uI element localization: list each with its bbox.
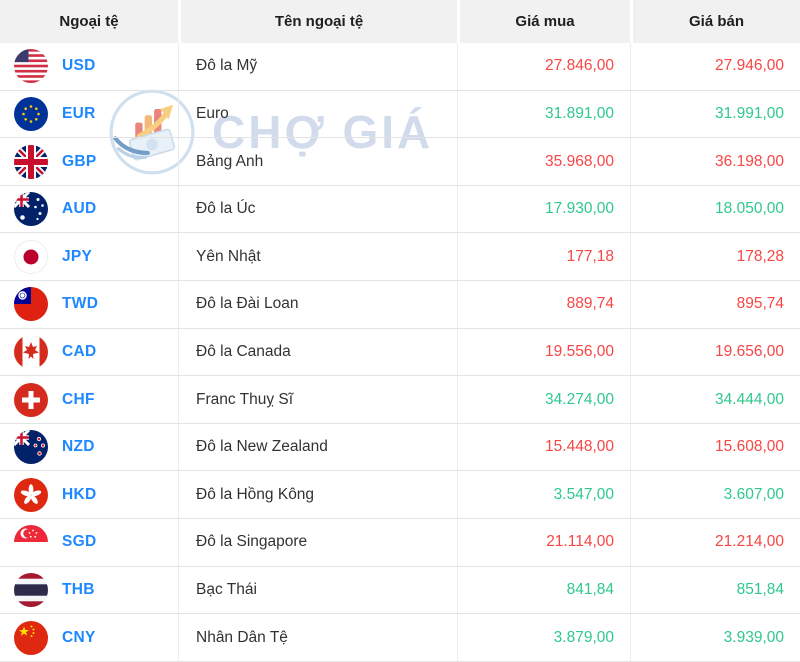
column-header-sell: Giá bán	[630, 0, 800, 43]
currency-code[interactable]: CAD	[62, 343, 96, 361]
buy-price: 17.930,00	[457, 185, 630, 233]
currency-code[interactable]: THB	[62, 581, 95, 599]
sell-price: 178,28	[630, 233, 800, 281]
currency-name: Franc Thuỵ Sĩ	[178, 376, 457, 423]
au-flag-icon	[14, 192, 48, 227]
buy-price: 21.114,00	[457, 519, 630, 566]
sell-price: 36.198,00	[630, 138, 800, 185]
currency-code[interactable]: AUD	[62, 200, 96, 218]
currency-code[interactable]: JPY	[62, 248, 92, 266]
currency-code[interactable]: NZD	[62, 438, 95, 456]
gb-flag-icon	[14, 144, 48, 179]
currency-row[interactable]: CNY Nhân Dân Tệ 3.879,00 3.939,00	[0, 614, 800, 662]
sell-price: 18.050,00	[630, 185, 800, 233]
currency-row[interactable]: GBP Bảng Anh 35.968,00 36.198,00	[0, 138, 800, 186]
column-header-buy: Giá mua	[457, 0, 630, 43]
currency-row[interactable]: TWD Đô la Đài Loan 889,74 895,74	[0, 281, 800, 329]
currency-name: Euro	[178, 90, 457, 138]
currency-name: Yên Nhật	[178, 233, 457, 281]
currency-row[interactable]: THB Bạc Thái 841,84 851,84	[0, 566, 800, 615]
sell-price: 851,84	[630, 566, 800, 614]
sell-price: 3.939,00	[630, 614, 800, 661]
buy-price: 19.556,00	[457, 328, 630, 376]
ca-flag-icon	[14, 334, 48, 369]
cn-flag-icon	[14, 620, 48, 655]
jp-flag-icon	[14, 239, 48, 274]
sell-price: 31.991,00	[630, 90, 800, 138]
sell-price: 15.608,00	[630, 423, 800, 471]
sell-price: 19.656,00	[630, 328, 800, 376]
currency-row[interactable]: NZD Đô la New Zealand 15.448,00 15.608,0…	[0, 423, 800, 472]
currency-code[interactable]: USD	[62, 57, 96, 75]
buy-price: 15.448,00	[457, 423, 630, 471]
buy-price: 34.274,00	[457, 376, 630, 423]
sell-price: 27.946,00	[630, 43, 800, 90]
currency-row[interactable]: SGD Đô la Singapore 21.114,00 21.214,00	[0, 519, 800, 567]
sg-flag-icon	[14, 525, 48, 560]
column-header-name: Tên ngoại tệ	[178, 0, 457, 43]
sell-price: 21.214,00	[630, 519, 800, 566]
currency-code[interactable]: EUR	[62, 105, 96, 123]
buy-price: 889,74	[457, 281, 630, 328]
buy-price: 3.547,00	[457, 471, 630, 519]
currency-code[interactable]: CNY	[62, 629, 96, 647]
currency-row[interactable]: JPY Yên Nhật 177,18 178,28	[0, 233, 800, 282]
tw-flag-icon	[14, 287, 48, 322]
currency-name: Bảng Anh	[178, 138, 457, 185]
currency-name: Đô la Hồng Kông	[178, 471, 457, 519]
currency-code[interactable]: HKD	[62, 486, 96, 504]
exchange-rate-table: CHỢ GIÁ Ngoại tệ Tên ngoại tệ Giá mua Gi…	[0, 0, 800, 662]
currency-code[interactable]: CHF	[62, 391, 95, 409]
currency-row[interactable]: CHF Franc Thuỵ Sĩ 34.274,00 34.444,00	[0, 376, 800, 424]
hk-flag-icon	[14, 477, 48, 512]
currency-code[interactable]: TWD	[62, 295, 98, 313]
nz-flag-icon	[14, 430, 48, 465]
buy-price: 841,84	[457, 566, 630, 614]
currency-name: Đô la Đài Loan	[178, 281, 457, 328]
currency-name: Đô la Mỹ	[178, 43, 457, 90]
ch-flag-icon	[14, 382, 48, 417]
currency-name: Đô la New Zealand	[178, 423, 457, 471]
column-header-currency: Ngoại tệ	[59, 13, 119, 30]
buy-price: 27.846,00	[457, 43, 630, 90]
table-header: Ngoại tệ Tên ngoại tệ Giá mua Giá bán	[0, 0, 800, 43]
buy-price: 3.879,00	[457, 614, 630, 661]
us-flag-icon	[14, 49, 48, 84]
currency-row[interactable]: USD Đô la Mỹ 27.846,00 27.946,00	[0, 43, 800, 91]
sell-price: 3.607,00	[630, 471, 800, 519]
currency-name: Nhân Dân Tệ	[178, 614, 457, 661]
buy-price: 35.968,00	[457, 138, 630, 185]
currency-row[interactable]: HKD Đô la Hồng Kông 3.547,00 3.607,00	[0, 471, 800, 520]
buy-price: 177,18	[457, 233, 630, 281]
eu-flag-icon	[14, 96, 48, 131]
sell-price: 895,74	[630, 281, 800, 328]
currency-name: Đô la Singapore	[178, 519, 457, 566]
sell-price: 34.444,00	[630, 376, 800, 423]
currency-name: Đô la Úc	[178, 185, 457, 233]
currency-name: Đô la Canada	[178, 328, 457, 376]
currency-row[interactable]: CAD Đô la Canada 19.556,00 19.656,00	[0, 328, 800, 377]
table-body: USD Đô la Mỹ 27.846,00 27.946,00 EUR Eur…	[0, 43, 800, 662]
currency-name: Bạc Thái	[178, 566, 457, 614]
currency-row[interactable]: EUR Euro 31.891,00 31.991,00	[0, 90, 800, 139]
buy-price: 31.891,00	[457, 90, 630, 138]
currency-row[interactable]: AUD Đô la Úc 17.930,00 18.050,00	[0, 185, 800, 234]
th-flag-icon	[14, 573, 48, 607]
currency-code[interactable]: SGD	[62, 533, 97, 551]
currency-code[interactable]: GBP	[62, 153, 97, 171]
